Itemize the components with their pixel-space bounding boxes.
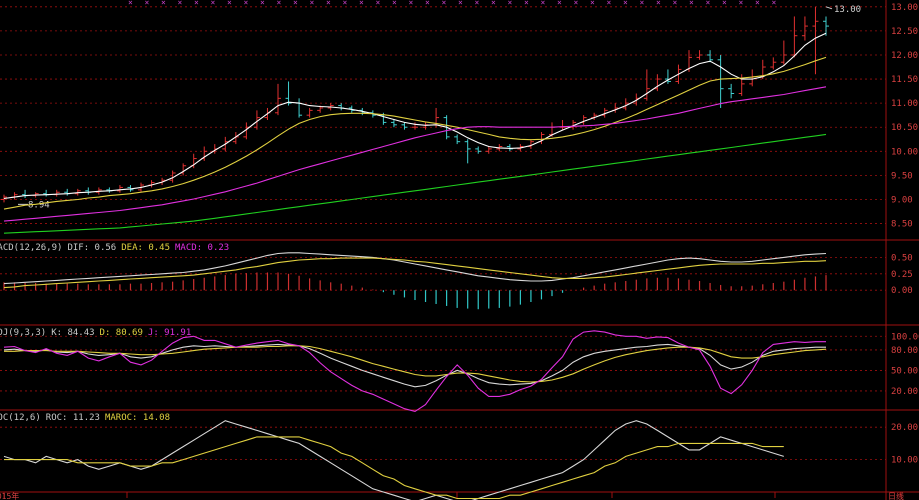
top-marker: × [739,0,744,7]
y-tick-label: 12.50 [891,27,918,37]
top-marker: × [211,0,216,7]
indicator-title-part: KDJ(9,3,3) [0,328,46,338]
top-marker: × [425,0,430,7]
series-line [3,32,827,200]
top-marker: × [244,0,249,7]
y-tick-label: 80.00 [891,346,918,356]
top-marker: × [376,0,381,7]
top-marker: × [607,0,612,7]
series-line [3,56,827,210]
top-marker: × [359,0,364,7]
top-marker: × [310,0,315,7]
top-marker: × [277,0,282,7]
indicator-title: ROC(12,6) ROC: 11.23 MAROC: 14.08 [0,413,170,423]
indicator-title-part: DEA: 0.45 [121,243,170,253]
series-line [3,330,826,412]
top-marker: × [475,0,480,7]
top-marker: × [557,0,562,7]
series-line [3,257,827,289]
y-tick-label: 12.00 [891,51,918,61]
y-tick-label: 0.00 [891,286,913,296]
series-line [3,343,826,388]
y-tick-label: 9.50 [891,171,913,181]
top-marker: × [491,0,496,7]
y-tick-label: 50.00 [891,366,918,376]
y-tick-label: 13.00 [891,3,918,13]
top-marker: × [409,0,414,7]
series-line [4,436,784,500]
top-marker: × [343,0,348,7]
indicator-title-part: ROC(12,6) [0,413,41,423]
top-marker: × [689,0,694,7]
x-axis-label: 日线 [888,491,904,500]
indicator-title-part: D: 80.69 [100,328,143,338]
x-axis-label: 2015年 [0,491,19,500]
top-marker: × [673,0,678,7]
top-marker: × [161,0,166,7]
y-tick-label: 10.50 [891,123,918,133]
top-marker: × [524,0,529,7]
y-tick-label: 8.50 [891,220,913,230]
top-marker: × [706,0,711,7]
y-tick-label: 11.00 [891,99,918,109]
indicator-title-part: MACD: 0.23 [175,243,229,253]
series-line [3,420,784,500]
indicator-title-part: DIF: 0.56 [67,243,116,253]
y-tick-label: 20.00 [891,423,918,433]
y-tick-label: 11.50 [891,75,918,85]
y-tick-label: 0.25 [891,270,913,280]
top-marker: × [574,0,579,7]
top-marker: × [656,0,661,7]
indicator-title-part: J: 91.91 [148,328,191,338]
roc-panel: 20.00 10.00 ROC(12,6) ROC: 11.23 MAROC: 14.0… [0,413,918,500]
top-marker: × [508,0,513,7]
indicator-title: MACD(12,26,9) DIF: 0.56 DEA: 0.45 MACD: 0.2… [0,243,229,253]
indicator-title-part: K: 84.43 [51,328,94,338]
top-marker: × [260,0,265,7]
top-marker: × [722,0,727,7]
indicator-title-part: MACD(12,26,9) [0,243,62,253]
top-marker: × [326,0,331,7]
top-marker: × [392,0,397,7]
top-marker: × [194,0,199,7]
top-marker: × [128,0,133,7]
top-marker: × [227,0,232,7]
top-marker: × [623,0,628,7]
stock-chart: × × × × × × × × × × × × × × × × × × × × × × × × × × × × × × × × × × × × × × × ×… [0,0,919,500]
top-marker: × [541,0,546,7]
series-line [3,86,827,222]
annotation-low: 8.94 [28,200,50,210]
top-marker: × [772,0,777,7]
top-marker: × [590,0,595,7]
top-marker: × [293,0,298,7]
indicator-title-part: MAROC: 14.08 [105,413,170,423]
y-tick-label: 0.50 [891,253,913,263]
indicator-title-part: ROC: 11.23 [46,413,100,423]
annotation-high: 13.00 [834,5,861,15]
top-marker: × [145,0,150,7]
price-panel: 13.00 12.50 12.00 11.50 11.00 10.50 10.00 9.50 9… [0,3,918,234]
macd-panel: 0.50 0.25 0.00 MACD(12,26,9) DIF: 0.56 DEA: 0… [0,243,913,310]
top-marker: × [178,0,183,7]
top-marker: × [458,0,463,7]
y-tick-label: 20.00 [891,387,918,397]
top-marker: × [755,0,760,7]
top-marker: × [442,0,447,7]
y-tick-label: 10.00 [891,456,918,466]
series-line [3,133,827,234]
y-tick-label: 10.00 [891,147,918,157]
y-tick-label: 100.00 [891,332,919,342]
top-marker: × [640,0,645,7]
kdj-panel: 100.00 80.00 50.00 20.00 KDJ(9,3,3) K: 84.43 D… [0,328,919,412]
y-tick-label: 9.00 [891,195,913,205]
